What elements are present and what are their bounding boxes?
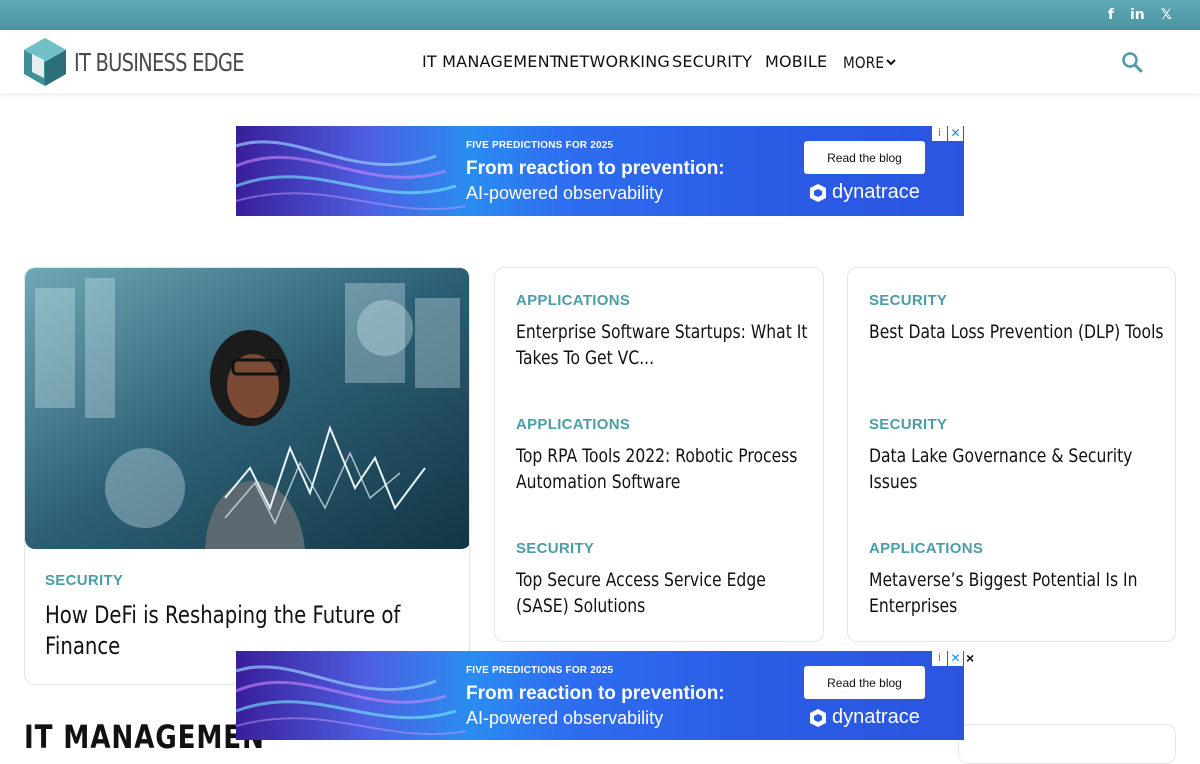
ad-info-icon[interactable]: i <box>932 651 947 666</box>
list-item[interactable]: SECURITY Data Lake Governance & Security… <box>869 416 1200 495</box>
main-nav: IT MANAGEMENT NETWORKING SECURITY MOBILE… <box>422 52 903 72</box>
featured-category[interactable]: SECURITY <box>45 572 123 589</box>
article-category[interactable]: APPLICATIONS <box>869 540 1200 557</box>
dynatrace-logo-icon <box>810 183 826 202</box>
article-title[interactable]: Best Data Loss Prevention (DLP) Tools <box>869 319 1164 345</box>
ad-kicker: FIVE PREDICTIONS FOR 2025 <box>466 665 614 676</box>
featured-article-card[interactable]: SECURITY How DeFi is Reshaping the Futur… <box>24 267 470 685</box>
top-bar: f in 𝕏 <box>0 0 1200 30</box>
search-icon[interactable] <box>1121 51 1143 73</box>
ad-banner-top[interactable]: FIVE PREDICTIONS FOR 2025 From reaction … <box>236 126 964 216</box>
dynatrace-logo-icon <box>810 708 826 727</box>
sticky-ad-close-button[interactable]: × <box>966 650 974 666</box>
article-title[interactable]: Enterprise Software Startups: What It Ta… <box>516 319 811 371</box>
list-item[interactable]: APPLICATIONS Top RPA Tools 2022: Robotic… <box>516 416 876 495</box>
ad-subheadline: AI-powered observability <box>466 708 664 728</box>
x-twitter-icon[interactable]: 𝕏 <box>1161 6 1172 24</box>
ad-brand-name: dynatrace <box>832 181 920 203</box>
ad-headline: From reaction to prevention: <box>466 683 725 704</box>
nav-it-management[interactable]: IT MANAGEMENT <box>422 52 560 71</box>
ad-brand: dynatrace <box>808 706 920 729</box>
article-title[interactable]: Top Secure Access Service Edge (SASE) So… <box>516 567 811 619</box>
nav-mobile[interactable]: MOBILE <box>765 52 827 71</box>
logo-mark-icon <box>24 38 66 86</box>
nav-networking[interactable]: NETWORKING <box>557 52 670 71</box>
section-heading: IT MANAGEMEN <box>24 718 265 756</box>
article-category[interactable]: APPLICATIONS <box>516 416 876 433</box>
article-category[interactable]: SECURITY <box>869 292 1200 309</box>
article-title[interactable]: Top RPA Tools 2022: Robotic Process Auto… <box>516 443 811 495</box>
chevron-down-icon[interactable] <box>885 56 897 68</box>
list-item[interactable]: APPLICATIONS Enterprise Software Startup… <box>516 292 876 371</box>
nav-security[interactable]: SECURITY <box>672 52 752 71</box>
nav-more[interactable]: MORE <box>843 53 884 72</box>
ad-close-icon[interactable]: ✕ <box>948 651 963 666</box>
article-category[interactable]: SECURITY <box>869 416 1200 433</box>
featured-image[interactable] <box>25 268 469 549</box>
site-header: IT BUSINESS EDGE IT MANAGEMENT NETWORKIN… <box>0 30 1200 93</box>
ad-info-icon[interactable]: i <box>932 126 947 141</box>
social-links: f in 𝕏 <box>1108 6 1172 24</box>
site-logo[interactable]: IT BUSINESS EDGE <box>24 38 292 86</box>
ad-read-blog-button[interactable]: Read the blog <box>804 666 925 699</box>
article-category[interactable]: SECURITY <box>516 540 876 557</box>
article-title[interactable]: Metaverse’s Biggest Potential Is In Ente… <box>869 567 1164 619</box>
ad-read-blog-button[interactable]: Read the blog <box>804 141 925 174</box>
ad-subheadline: AI-powered observability <box>466 183 664 203</box>
list-item[interactable]: SECURITY Top Secure Access Service Edge … <box>516 540 876 619</box>
ad-headline: From reaction to prevention: <box>466 158 725 179</box>
list-item[interactable]: SECURITY Best Data Loss Prevention (DLP)… <box>869 292 1200 345</box>
ad-close-icon[interactable]: ✕ <box>948 126 963 141</box>
linkedin-icon[interactable]: in <box>1130 6 1145 24</box>
article-list-card-2: SECURITY Best Data Loss Prevention (DLP)… <box>847 267 1176 642</box>
ad-brand-name: dynatrace <box>832 706 920 728</box>
ad-kicker: FIVE PREDICTIONS FOR 2025 <box>466 140 614 151</box>
partial-card <box>958 724 1176 764</box>
facebook-icon[interactable]: f <box>1108 6 1114 24</box>
featured-photo-graphic <box>25 268 469 549</box>
ad-banner-sticky[interactable]: FIVE PREDICTIONS FOR 2025 From reaction … <box>236 651 964 740</box>
article-title[interactable]: Data Lake Governance & Security Issues <box>869 443 1164 495</box>
logo-text: IT BUSINESS EDGE <box>74 47 245 77</box>
article-list-card-1: APPLICATIONS Enterprise Software Startup… <box>494 267 824 642</box>
list-item[interactable]: APPLICATIONS Metaverse’s Biggest Potenti… <box>869 540 1200 619</box>
article-category[interactable]: APPLICATIONS <box>516 292 876 309</box>
ad-brand: dynatrace <box>808 181 920 204</box>
